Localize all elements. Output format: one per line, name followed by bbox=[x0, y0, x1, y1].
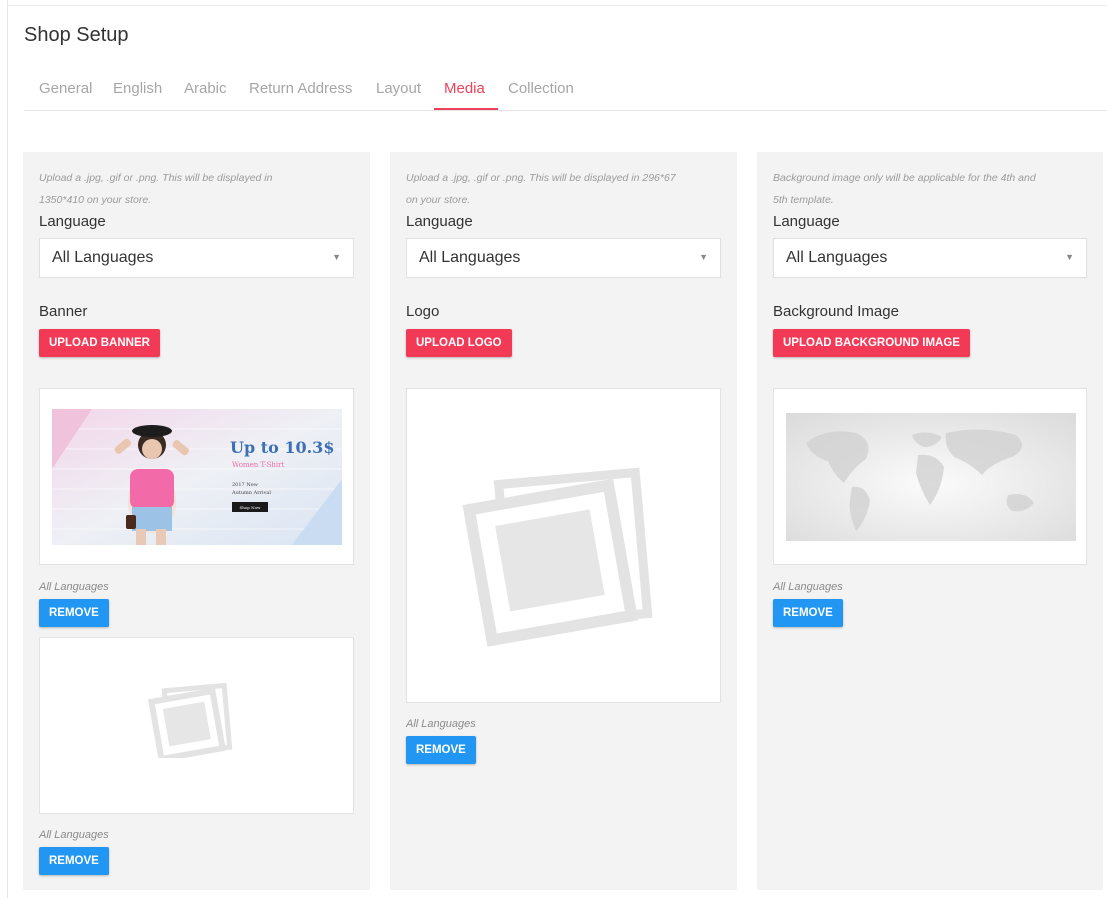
banner-headline: Up to 10.3$ bbox=[230, 438, 334, 457]
background-image-preview bbox=[773, 388, 1087, 565]
background-section-label: Background Image bbox=[773, 303, 899, 320]
background-image-language: All Languages bbox=[773, 581, 843, 593]
background-hint-line2: 5th template. bbox=[773, 194, 834, 206]
logo-hint-line2: on your store. bbox=[406, 194, 471, 206]
logo-language-value: All Languages bbox=[419, 249, 521, 266]
banner-hint-line1: Upload a .jpg, .gif or .png. This will b… bbox=[39, 172, 273, 184]
banner-image-1-language: All Languages bbox=[39, 581, 109, 593]
banner-note2: Autumn Arrival bbox=[231, 490, 271, 496]
world-map-background-image bbox=[786, 413, 1076, 541]
logo-image-language: All Languages bbox=[406, 718, 476, 730]
banner-language-value: All Languages bbox=[52, 249, 154, 266]
frame-top-border bbox=[7, 5, 1107, 6]
chevron-down-icon: ▼ bbox=[332, 252, 341, 262]
chevron-down-icon: ▼ bbox=[1065, 252, 1074, 262]
banner-section-label: Banner bbox=[39, 303, 88, 320]
tab-layout[interactable]: Layout bbox=[376, 70, 421, 109]
image-placeholder-icon bbox=[147, 682, 233, 758]
banner-language-select[interactable]: All Languages ▼ bbox=[39, 238, 354, 278]
remove-background-image-button[interactable]: REMOVE bbox=[773, 599, 843, 627]
chevron-down-icon: ▼ bbox=[699, 252, 708, 262]
frame-left-border bbox=[7, 0, 8, 898]
upload-background-image-button[interactable]: UPLOAD BACKGROUND IMAGE bbox=[773, 329, 970, 357]
banner-image: Up to 10.3$ Women T-Shirt 2017 New Autum… bbox=[52, 409, 342, 545]
tab-bar: General English Arabic Return Address La… bbox=[24, 70, 1107, 111]
logo-panel: Upload a .jpg, .gif or .png. This will b… bbox=[390, 152, 737, 890]
page-title: Shop Setup bbox=[24, 24, 129, 46]
tab-arabic[interactable]: Arabic bbox=[184, 70, 227, 109]
logo-language-select[interactable]: All Languages ▼ bbox=[406, 238, 721, 278]
remove-banner-1-button[interactable]: REMOVE bbox=[39, 599, 109, 627]
background-language-select[interactable]: All Languages ▼ bbox=[773, 238, 1087, 278]
active-tab-indicator bbox=[434, 108, 498, 110]
tab-return-address[interactable]: Return Address bbox=[249, 70, 352, 109]
logo-image-preview bbox=[406, 388, 721, 703]
background-panel: Background image only will be applicable… bbox=[757, 152, 1103, 890]
tab-english[interactable]: English bbox=[113, 70, 162, 109]
banner-cta: Shop Now bbox=[240, 505, 261, 510]
banner-subline: Women T-Shirt bbox=[232, 461, 284, 469]
logo-section-label: Logo bbox=[406, 303, 440, 320]
background-language-value: All Languages bbox=[786, 249, 888, 266]
banner-image-2-preview bbox=[39, 637, 354, 814]
background-hint-line1: Background image only will be applicable… bbox=[773, 172, 1036, 184]
tab-general[interactable]: General bbox=[39, 70, 92, 109]
remove-logo-button[interactable]: REMOVE bbox=[406, 736, 476, 764]
image-placeholder-icon bbox=[462, 467, 653, 647]
banner-hint-line2: 1350*410 on your store. bbox=[39, 194, 152, 206]
upload-logo-button[interactable]: UPLOAD LOGO bbox=[406, 329, 512, 357]
remove-banner-2-button[interactable]: REMOVE bbox=[39, 847, 109, 875]
banner-image-2-language: All Languages bbox=[39, 829, 109, 841]
tab-collection[interactable]: Collection bbox=[508, 70, 574, 109]
logo-language-label: Language bbox=[406, 213, 473, 230]
banner-panel: Upload a .jpg, .gif or .png. This will b… bbox=[23, 152, 370, 890]
upload-banner-button[interactable]: UPLOAD BANNER bbox=[39, 329, 160, 357]
background-language-label: Language bbox=[773, 213, 840, 230]
logo-hint-line1: Upload a .jpg, .gif or .png. This will b… bbox=[406, 172, 676, 184]
banner-language-label: Language bbox=[39, 213, 106, 230]
tab-media[interactable]: Media bbox=[444, 70, 485, 109]
banner-note1: 2017 New bbox=[232, 482, 259, 488]
banner-image-preview: Up to 10.3$ Women T-Shirt 2017 New Autum… bbox=[39, 388, 354, 565]
